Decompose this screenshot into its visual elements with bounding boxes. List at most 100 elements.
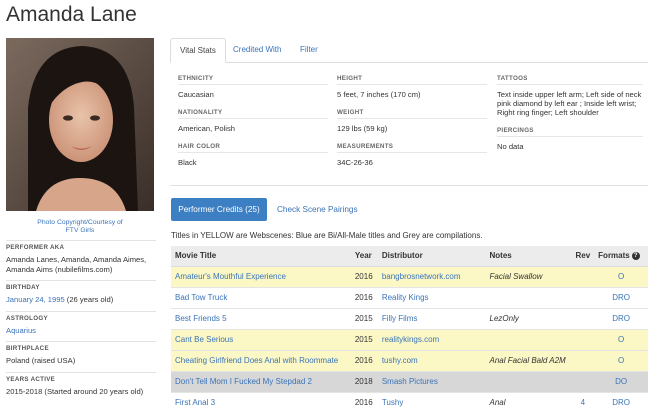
photo-credit[interactable]: Photo Copyright/Courtesy of FTV Girls [6, 219, 154, 235]
year-cell: 2015 [354, 335, 373, 344]
formats-link[interactable]: O [618, 272, 624, 281]
tattoos-value: Text inside upper left arm; Left side of… [497, 90, 642, 117]
column-header-distributor[interactable]: Distributor [377, 246, 486, 267]
formats-cell: O [594, 350, 648, 372]
year-cell: 2018 [350, 371, 378, 393]
column-header-formats[interactable]: Formats? [594, 246, 648, 267]
notes-cell: LezOnly [489, 314, 519, 323]
distributor-link[interactable]: tushy.com [382, 356, 418, 365]
measurements-value: 34C-26-36 [337, 158, 373, 167]
rev-cell [571, 371, 595, 393]
portrait-image [6, 38, 154, 211]
distributor-cell: realitykings.com [377, 329, 486, 351]
table-row: Cant Be Serious 2015 realitykings.com O [171, 329, 648, 351]
year-cell: 2016 [350, 287, 378, 309]
table-row: Best Friends 5 2015 Filly Films LezOnly DRO [171, 308, 648, 330]
rev-cell [571, 350, 595, 372]
movie-title-link[interactable]: Cant Be Serious [175, 335, 233, 344]
distributor-link[interactable]: Reality Kings [382, 293, 429, 302]
notes-cell: Anal Facial Bald A2M [485, 350, 572, 372]
performer-photo [6, 38, 154, 211]
distributor-cell: tushy.com [377, 350, 486, 372]
page-title: Amanda Lane [6, 3, 137, 26]
photo-credit-line2[interactable]: FTV Girls [6, 227, 154, 235]
formats-link[interactable]: DRO [612, 314, 630, 323]
movie-title-link[interactable]: Don't Tell Mom I Fucked My Stepdad 2 [175, 377, 312, 386]
performer-credits-button[interactable]: Performer Credits (25) [171, 198, 267, 221]
rev-cell [571, 308, 595, 330]
movie-title-link[interactable]: First Anal 3 [175, 398, 215, 407]
tab-vital-stats[interactable]: Vital Stats [170, 38, 226, 63]
column-header-title[interactable]: Movie Title [171, 246, 351, 267]
formats-link[interactable]: O [618, 335, 624, 344]
column-header-notes[interactable]: Notes [485, 246, 572, 267]
photo-credit-line1: Photo Copyright/Courtesy of [37, 219, 123, 226]
help-icon[interactable]: ? [631, 252, 640, 261]
formats-link[interactable]: DRO [612, 293, 630, 302]
year-cell: 2016 [354, 398, 373, 407]
movie-title-link[interactable]: Best Friends 5 [175, 314, 227, 323]
column-header-rev[interactable]: Rev [571, 246, 595, 267]
notes-cell: Facial Swallow [489, 272, 543, 281]
section-divider [170, 185, 648, 186]
formats-link[interactable]: DO [615, 377, 627, 386]
table-row: Cheating Girlfriend Does Anal with Roomm… [171, 350, 648, 372]
piercings-label: PIERCINGS [497, 127, 643, 137]
credits-table-body: Amateur's Mouthful Experience 2016 bangbro… [171, 266, 648, 408]
astrology-value: Aquarius [6, 326, 156, 336]
notes-cell: Anal [485, 392, 572, 408]
notes-cell: Facial Swallow [485, 266, 572, 288]
year-cell: 2018 [354, 377, 373, 386]
tab-credited-with[interactable]: Credited With [224, 38, 290, 63]
rev-cell [571, 329, 595, 351]
distributor-link[interactable]: realitykings.com [382, 335, 439, 344]
measurements-label: MEASUREMENTS [337, 143, 487, 153]
formats-cell: DRO [594, 392, 648, 408]
year-cell: 2016 [350, 350, 378, 372]
notes-cell: LezOnly [485, 308, 572, 330]
birthday-age: (26 years old) [64, 295, 114, 304]
formats-cell: DRO [594, 308, 648, 330]
credits-table: Movie Title Year Distributor Notes Rev F… [171, 246, 648, 408]
birthday-link[interactable]: January 24, 1995 [6, 295, 65, 304]
distributor-link[interactable]: Smash Pictures [382, 377, 438, 386]
year-cell: 2015 [354, 314, 373, 323]
table-row: Bad Tow Truck 2016 Reality Kings DRO [171, 287, 648, 309]
movie-title-link[interactable]: Bad Tow Truck [175, 293, 227, 302]
birthday-label: BIRTHDAY [6, 280, 156, 291]
distributor-link[interactable]: Filly Films [382, 314, 418, 323]
aka-label: PERFORMER AKA [6, 240, 156, 251]
nationality-value: American, Polish [178, 124, 235, 133]
formats-link[interactable]: O [618, 356, 624, 365]
distributor-cell: Reality Kings [377, 287, 486, 309]
movie-title-link[interactable]: Cheating Girlfriend Does Anal with Roomm… [175, 356, 338, 365]
birthplace-value: Poland (raised USA) [6, 356, 76, 365]
movie-title-cell: Amateur's Mouthful Experience [171, 266, 351, 288]
profile-tabs: Vital Stats Credited With Filter [170, 38, 648, 63]
formats-cell: DO [594, 371, 648, 393]
tab-filter[interactable]: Filter [291, 38, 327, 63]
notes-cell [485, 329, 572, 351]
year-cell: 2015 [350, 329, 378, 351]
astrology-label: ASTROLOGY [6, 310, 156, 322]
formats-link[interactable]: DRO [612, 398, 630, 407]
notes-cell [485, 371, 572, 393]
year-cell: 2016 [354, 272, 373, 281]
years-active-label: YEARS ACTIVE [6, 371, 156, 383]
formats-cell: O [594, 266, 648, 288]
rev-link[interactable]: 4 [581, 398, 585, 407]
table-row: Don't Tell Mom I Fucked My Stepdad 2 2018… [171, 371, 648, 393]
column-header-year[interactable]: Year [350, 246, 378, 267]
birthplace-label: BIRTHPLACE [6, 341, 156, 352]
notes-cell [485, 287, 572, 309]
table-row: First Anal 3 2016 Tushy Anal 4 DRO [171, 392, 648, 408]
distributor-link[interactable]: bangbrosnetwork.com [382, 272, 461, 281]
distributor-link[interactable]: Tushy [382, 398, 404, 407]
check-scene-pairings-link[interactable]: Check Scene Pairings [277, 198, 358, 221]
distributor-cell: Filly Films [377, 308, 486, 330]
notes-cell: Anal [489, 398, 506, 407]
astrology-link[interactable]: Aquarius [6, 326, 36, 335]
aka-value: Amanda Lanes, Amanda, Amanda Aimes, Aman… [6, 255, 147, 274]
movie-title-link[interactable]: Amateur's Mouthful Experience [175, 272, 286, 281]
notes-cell: Anal Facial Bald A2M [489, 356, 566, 365]
